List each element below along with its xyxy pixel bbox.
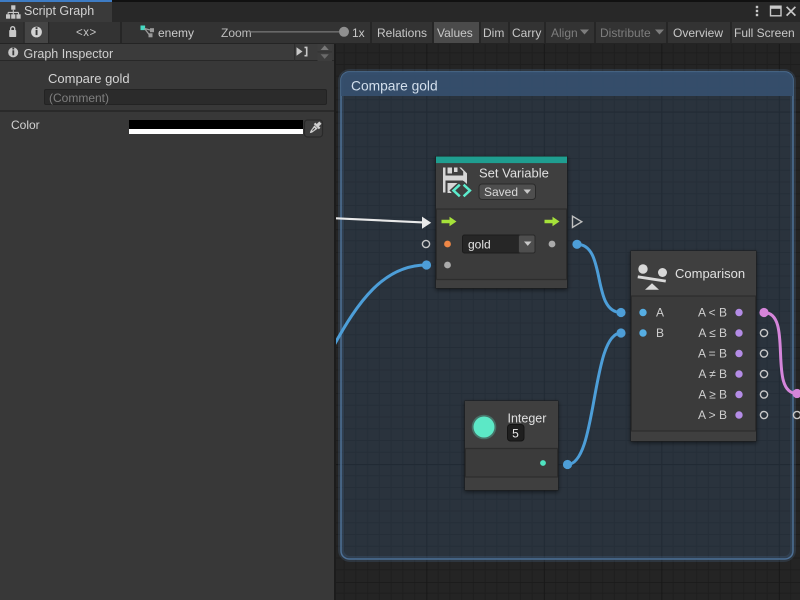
- svg-text:Set Variable: Set Variable: [479, 166, 549, 181]
- svg-text:gold: gold: [468, 238, 491, 252]
- svg-text:A ≠ B: A ≠ B: [698, 367, 727, 381]
- svg-text:Comparison: Comparison: [675, 266, 745, 281]
- svg-text:A ≥ B: A ≥ B: [698, 388, 727, 402]
- svg-text:Integer: Integer: [508, 412, 547, 426]
- svg-text:A = B: A = B: [698, 347, 727, 361]
- svg-text:A < B: A < B: [698, 306, 727, 320]
- svg-text:A > B: A > B: [698, 408, 727, 422]
- svg-text:B: B: [656, 326, 664, 340]
- svg-text:<x>: <x>: [76, 27, 97, 39]
- svg-text:A: A: [656, 306, 664, 320]
- svg-text:Saved: Saved: [484, 185, 518, 199]
- svg-text:Compare gold: Compare gold: [351, 79, 438, 94]
- svg-text:A ≤ B: A ≤ B: [698, 326, 727, 340]
- svg-text:5: 5: [512, 427, 519, 441]
